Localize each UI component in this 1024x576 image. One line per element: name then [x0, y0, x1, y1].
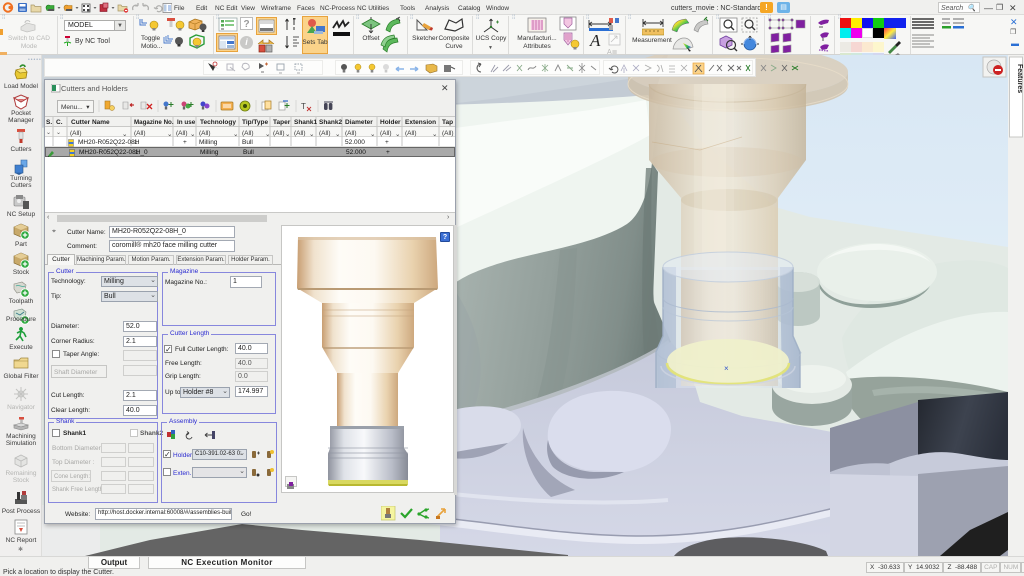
- svg-text:Features: Features: [1016, 64, 1023, 93]
- svg-text:T: T: [301, 102, 306, 111]
- svg-text:×: ×: [724, 364, 729, 373]
- svg-text:A≣: A≣: [607, 47, 618, 55]
